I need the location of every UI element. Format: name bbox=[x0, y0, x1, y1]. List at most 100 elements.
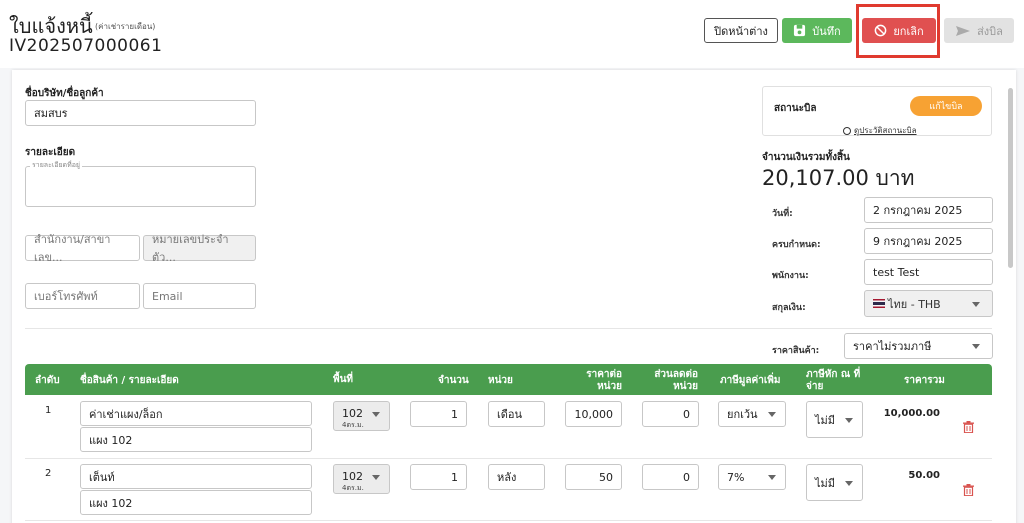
email-placeholder: Email bbox=[152, 289, 183, 303]
header-discount: ส่วนลดต่อ หน่วย bbox=[644, 369, 698, 393]
row-1-qty-input[interactable]: 1 bbox=[410, 401, 467, 427]
scrollbar[interactable] bbox=[1008, 88, 1013, 268]
row-1-wht-value: ไม่มี bbox=[815, 413, 836, 427]
edit-bill-button[interactable]: แก้ไขบิล bbox=[910, 96, 982, 116]
row-2-discount-input[interactable]: 0 bbox=[642, 464, 699, 490]
total-amount-value: 20,107.00 บาท bbox=[762, 166, 915, 190]
row-2-wht-value: ไม่มี bbox=[815, 476, 836, 490]
send-bill-button[interactable]: ส่งบิล bbox=[944, 18, 1014, 43]
row-2-unit-input[interactable]: หลัง bbox=[488, 464, 545, 490]
email-input[interactable]: Email bbox=[143, 283, 256, 309]
header-discount-line2: หน่วย bbox=[673, 381, 698, 392]
currency-value: ไทย - THB bbox=[888, 297, 941, 311]
row-1-index: 1 bbox=[45, 405, 52, 416]
details-label: รายละเอียด bbox=[25, 147, 76, 158]
customer-label: ชื่อบริษัท/ชื่อลูกค้า bbox=[25, 88, 104, 99]
row-2-total: 50.00 bbox=[908, 470, 940, 481]
close-window-button[interactable]: ปิดหน้าต่าง bbox=[704, 18, 778, 43]
send-label: ส่งบิล bbox=[977, 24, 1003, 38]
currency-select[interactable]: ไทย - THB bbox=[864, 290, 993, 317]
row-divider bbox=[25, 458, 992, 459]
status-history-link[interactable]: ดูประวัติสถานะบิล bbox=[843, 124, 917, 137]
chevron-down-icon bbox=[972, 301, 980, 307]
save-label: บันทึก bbox=[812, 24, 841, 38]
row-2-detail-input[interactable]: แผง 102 bbox=[80, 490, 312, 515]
staff-label: พนักงาน: bbox=[772, 271, 809, 281]
price-type-select[interactable]: ราคาไม่รวมภาษี bbox=[844, 333, 993, 359]
clock-icon bbox=[843, 126, 851, 135]
row-1-discount-value: 0 bbox=[683, 407, 690, 421]
header-qty: จำนวน bbox=[438, 375, 469, 386]
header-unit: หน่วย bbox=[488, 375, 513, 386]
row-1-area-select[interactable]: 102 4ตร.ม. bbox=[333, 401, 390, 431]
row-2-product-name: เต็นท์ bbox=[89, 470, 115, 484]
row-1-unit-value: เดือน bbox=[497, 408, 523, 421]
row-2-vat-value: 7% bbox=[727, 470, 745, 484]
customer-name-input[interactable]: สมสบร bbox=[25, 100, 256, 126]
header-total: ราคารวม bbox=[904, 375, 945, 386]
row-2-unit-value: หลัง bbox=[497, 471, 517, 484]
row-2-product-detail: แผง 102 bbox=[89, 496, 133, 510]
header-discount-line1: ส่วนลดต่อ bbox=[654, 369, 698, 380]
chevron-down-icon bbox=[845, 417, 853, 423]
row-1-product-input[interactable]: ค่าเช่าแผง/ล็อก bbox=[80, 401, 312, 426]
row-2-price-input[interactable]: 50 bbox=[565, 464, 622, 490]
bill-status-label: สถานะบิล bbox=[774, 103, 817, 114]
staff-input[interactable]: test Test bbox=[864, 259, 993, 285]
row-2-product-input[interactable]: เต็นท์ bbox=[80, 464, 312, 489]
header-product: ชื่อสินค้า / รายละเอียด bbox=[80, 375, 179, 386]
row-1-discount-input[interactable]: 0 bbox=[642, 401, 699, 427]
row-2-vat-select[interactable]: 7% bbox=[718, 464, 786, 490]
document-number: IV202507000061 bbox=[9, 36, 163, 56]
chevron-down-icon bbox=[972, 344, 980, 349]
header-index: ลำดับ bbox=[35, 375, 60, 386]
top-bar: ใบแจ้งหนี้ (ค่าเช่ารายเดือน) IV202507000… bbox=[0, 0, 1024, 68]
header-price: ราคาต่อ หน่วย bbox=[568, 369, 622, 393]
currency-label: สกุลเงิน: bbox=[772, 303, 806, 313]
trash-icon[interactable] bbox=[963, 484, 974, 496]
close-window-label: ปิดหน้าต่าง bbox=[714, 24, 768, 38]
address-textarea[interactable] bbox=[25, 166, 256, 207]
phone-placeholder: เบอร์โทรศัพท์ bbox=[34, 290, 98, 303]
branch-input[interactable]: สำนักงาน/สาขาเลข... bbox=[25, 233, 140, 264]
chevron-down-icon bbox=[372, 412, 380, 417]
save-button[interactable]: บันทึก bbox=[782, 18, 852, 43]
row-1-unit-input[interactable]: เดือน bbox=[488, 401, 545, 427]
cancel-highlight-box bbox=[856, 4, 940, 58]
date-value: 2 กรกฎาคม 2025 bbox=[873, 204, 963, 217]
customer-name-value: สมสบร bbox=[34, 107, 68, 120]
due-date-value: 9 กรกฎาคม 2025 bbox=[873, 235, 963, 248]
row-2-qty-value: 1 bbox=[451, 470, 458, 484]
row-1-area-main: 102 bbox=[342, 407, 363, 420]
date-input[interactable]: 2 กรกฎาคม 2025 bbox=[864, 197, 993, 223]
tax-id-placeholder: หมายเลขประจำตัว... bbox=[152, 233, 229, 264]
floppy-disk-icon bbox=[794, 24, 806, 37]
chevron-down-icon bbox=[372, 475, 380, 480]
header-vat: ภาษีมูลค่าเพิ่ม bbox=[720, 375, 781, 386]
price-type-label: ราคาสินค้า: bbox=[772, 346, 820, 356]
due-date-label: ครบกำหนด: bbox=[772, 240, 821, 250]
row-2-area-select[interactable]: 102 4ตร.ม. bbox=[333, 464, 390, 494]
tax-id-input[interactable]: หมายเลขประจำตัว... bbox=[143, 233, 256, 264]
trash-icon[interactable] bbox=[963, 421, 974, 433]
staff-value: test Test bbox=[873, 265, 920, 279]
row-1-price-input[interactable]: 10,000 bbox=[565, 401, 622, 427]
chevron-down-icon bbox=[768, 412, 776, 417]
due-date-input[interactable]: 9 กรกฎาคม 2025 bbox=[864, 228, 993, 254]
section-divider bbox=[25, 328, 992, 329]
row-2-price-value: 50 bbox=[599, 470, 613, 484]
header-wht-line2: จ่าย bbox=[806, 381, 824, 392]
row-1-wht-select[interactable]: ไม่มี bbox=[806, 401, 863, 438]
header-wht-line1: ภาษีหัก ณ ที่ bbox=[806, 369, 861, 380]
row-2-discount-value: 0 bbox=[683, 470, 690, 484]
row-2-qty-input[interactable]: 1 bbox=[410, 464, 467, 490]
row-2-wht-select[interactable]: ไม่มี bbox=[806, 464, 863, 501]
bill-status-box: สถานะบิล แก้ไขบิล ดูประวัติสถานะบิล bbox=[762, 86, 992, 136]
row-1-total: 10,000.00 bbox=[883, 408, 940, 419]
row-1-detail-input[interactable]: แผง 102 bbox=[80, 427, 312, 452]
header-area: พื้นที่ bbox=[333, 374, 354, 385]
branch-placeholder: สำนักงาน/สาขาเลข... bbox=[34, 233, 111, 264]
row-1-vat-select[interactable]: ยกเว้น bbox=[718, 401, 786, 427]
row-1-price-value: 10,000 bbox=[574, 407, 614, 421]
phone-input[interactable]: เบอร์โทรศัพท์ bbox=[25, 283, 140, 309]
